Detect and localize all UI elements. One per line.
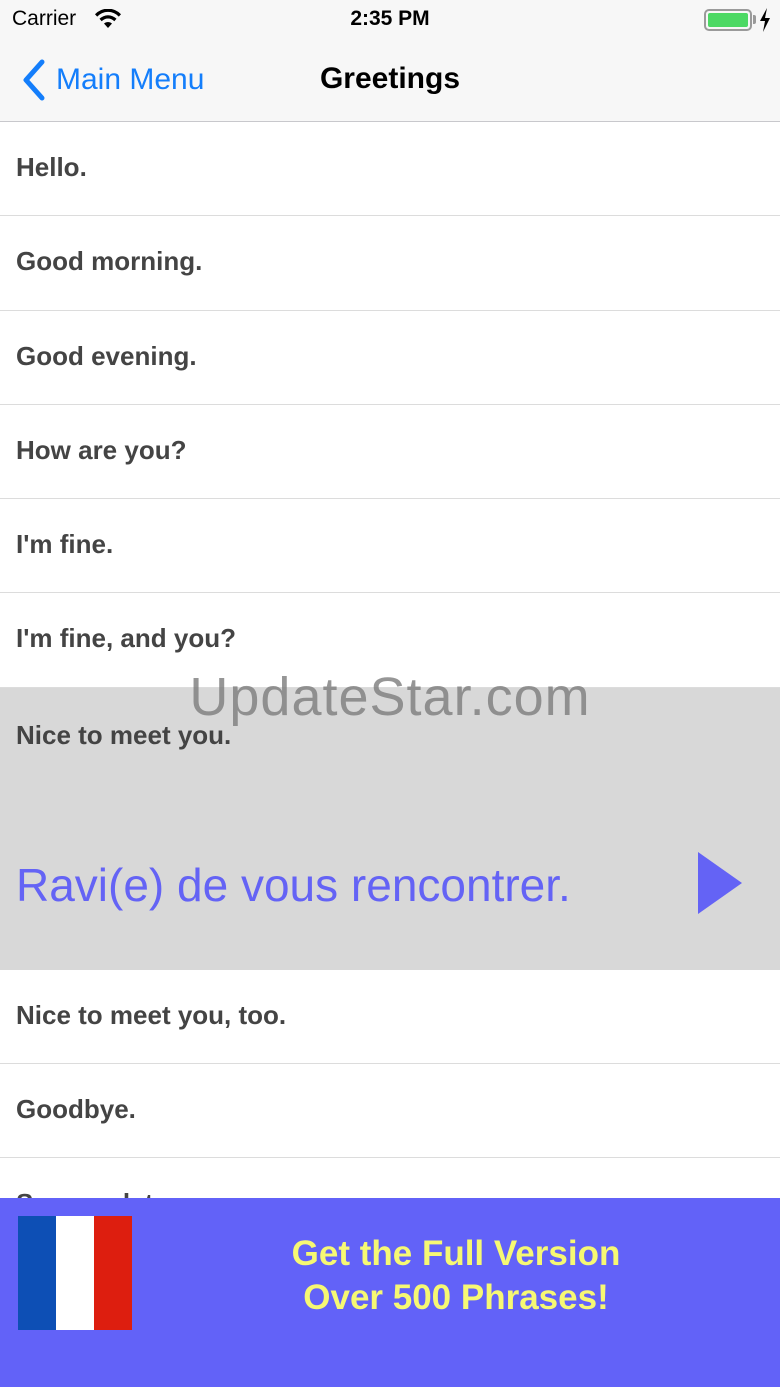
phrase-label: I'm fine, and you? [16,623,236,654]
list-item[interactable]: Goodbye. [0,1064,780,1159]
list-item[interactable]: Good evening. [0,310,780,405]
phrase-label: Hello. [16,152,87,182]
list-item[interactable]: I'm fine. [0,499,780,594]
phrase-label: See you later. [16,1188,184,1198]
translation-text: Ravi(e) de vous rencontrer. [16,858,571,911]
list-item[interactable]: Hello. [0,122,780,217]
status-bar: Carrier 2:35 PM [0,0,780,40]
banner-text: Get the Full Version Over 500 Phrases! [132,1232,780,1320]
page-title: Greetings [319,62,461,95]
french-flag-icon [18,1216,132,1330]
charging-bolt-icon [760,8,770,32]
phrase-label: Good evening. [16,340,197,371]
battery-icon [704,9,752,31]
full-version-banner[interactable]: Get the Full Version Over 500 Phrases! [0,1198,780,1387]
phrase-label: I'm fine. [16,529,114,560]
battery-level [708,13,748,27]
list-item[interactable]: See you later. [0,1158,780,1198]
phrase-label: How are you? [16,434,187,465]
phrase-list[interactable]: Hello. Good morning. Good evening. How a… [0,122,780,1198]
list-item[interactable]: Good morning. [0,216,780,311]
list-item[interactable]: Nice to meet you, too. [0,969,780,1065]
list-item[interactable]: How are you? [0,404,780,500]
navigation-bar: Main Menu Greetings [0,40,780,122]
list-item-expanded[interactable]: Nice to meet you. Ravi(e) de vous rencon… [0,687,780,970]
battery-tip [753,15,756,24]
play-icon[interactable] [696,850,744,916]
phrase-label: Goodbye. [16,1094,136,1125]
banner-line-2: Over 500 Phrases! [303,1278,609,1317]
phrase-label: Good morning. [16,246,203,277]
phrase-label: Nice to meet you, too. [16,999,287,1030]
clock: 2:35 PM [350,7,430,30]
banner-line-1: Get the Full Version [291,1234,621,1273]
watermark: UpdateStar.com [189,667,591,727]
